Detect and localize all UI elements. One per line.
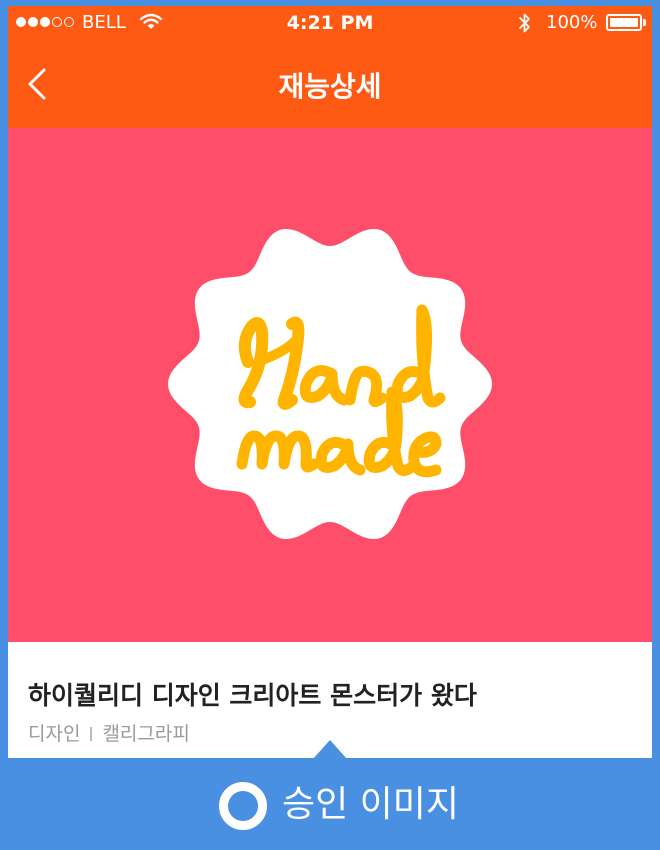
item-title: 하이퀄리디 디자인 크리아트 몬스터가 왔다: [28, 681, 477, 710]
caption-bar: 승인 이미지: [0, 760, 660, 850]
status-bar: BELL 4:21 PM 100%: [8, 6, 652, 40]
caption-pointer: [313, 740, 347, 759]
hero-image: [8, 128, 652, 642]
battery-icon: [606, 14, 642, 31]
item-meta: 디자인 캘리그라피: [28, 722, 190, 746]
page-title: 재능상세: [278, 70, 382, 103]
item-subcategory: 캘리그라피: [102, 723, 190, 745]
phone-screen: BELL 4:21 PM 100% 재능상세 하이퀄리디 디자인 크리아트 몬스…: [8, 6, 652, 758]
handmade-badge: [168, 228, 492, 540]
battery-percent: 100%: [546, 12, 598, 33]
battery-tip: [643, 19, 646, 26]
caption-text: 승인 이미지: [282, 784, 460, 825]
item-category: 디자인: [28, 723, 81, 745]
bluetooth-icon: [519, 13, 530, 33]
circle-icon: [219, 782, 267, 830]
meta-divider: [90, 726, 93, 741]
nav-bar: 재능상세: [8, 40, 652, 128]
